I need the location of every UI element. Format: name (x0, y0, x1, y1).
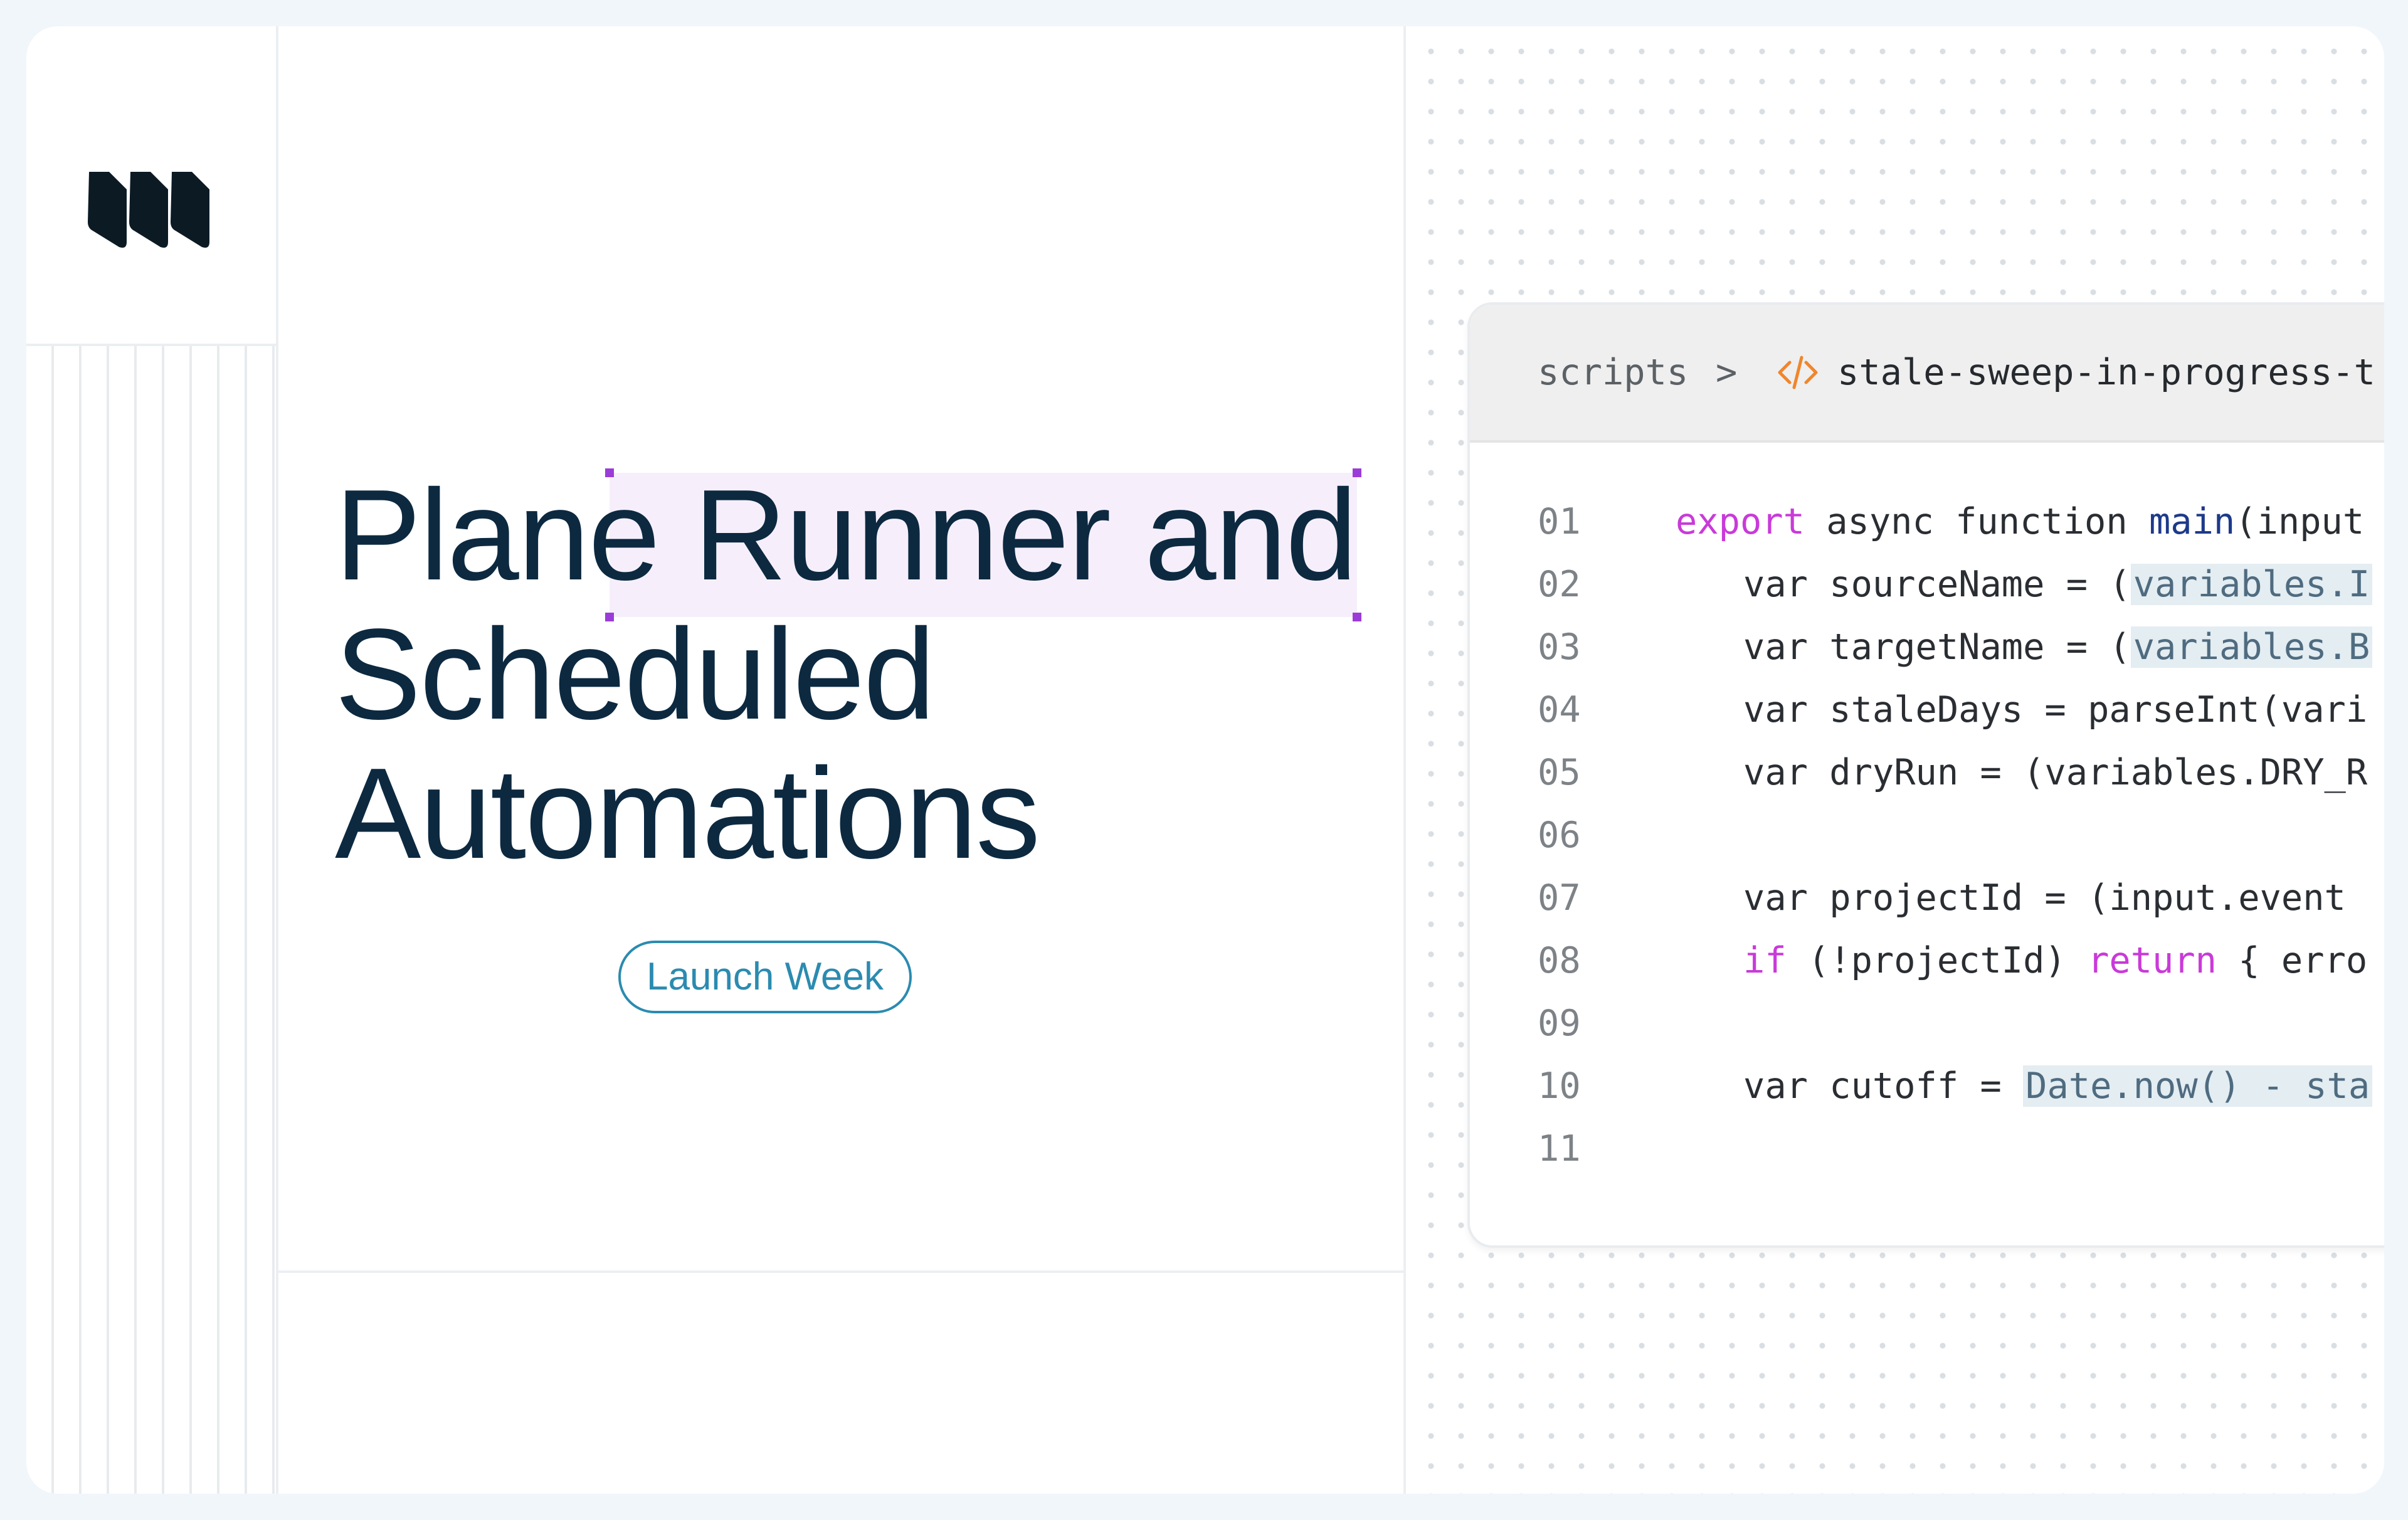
code-text: if (!projectId) return { erro (1743, 940, 2368, 981)
line-number: 01 (1538, 501, 1581, 542)
line-number: 11 (1538, 1128, 1581, 1169)
divider (278, 1270, 1403, 1273)
headline-line-2: Scheduled (335, 602, 936, 746)
editor-breadcrumb: scripts > stale-sweep-in-progress-t (1470, 305, 2384, 443)
code-text: var sourceName = (variables.I (1743, 553, 2373, 616)
code-icon (1778, 356, 1818, 389)
code-line: 07 var projectId = (input.event (1470, 867, 2384, 929)
code-text: var dryRun = (variables.DRY_R (1743, 752, 2368, 793)
code-line: 02 var sourceName = (variables.I (1470, 553, 2384, 616)
line-number: 07 (1538, 877, 1581, 919)
line-number: 03 (1538, 626, 1581, 668)
code-editor: scripts > stale-sweep-in-progress-t 01 e… (1467, 302, 2384, 1248)
headline-line-1: Plane Runner and (335, 465, 1401, 604)
line-number: 08 (1538, 940, 1581, 981)
headline-highlight: Plane Runner (335, 463, 1111, 607)
line-number: 09 (1538, 1003, 1581, 1044)
code-line: 05 var dryRun = (variables.DRY_R (1470, 741, 2384, 804)
breadcrumb-separator: > (1716, 352, 1738, 393)
breadcrumb-scripts[interactable]: scripts (1538, 305, 1688, 440)
code-text: var staleDays = parseInt(vari (1743, 689, 2368, 731)
code-line: 06 (1470, 804, 2384, 867)
line-number: 02 (1538, 564, 1581, 605)
code-preview-pane: scripts > stale-sweep-in-progress-t 01 e… (1406, 26, 2384, 1494)
line-number: 06 (1538, 815, 1581, 856)
logo-cell (26, 26, 276, 346)
code-lines: 01 export async function main(input 02 v… (1470, 490, 2384, 1180)
code-line: 11 (1470, 1117, 2384, 1180)
code-text: var cutoff = Date.now() - sta (1743, 1055, 2373, 1117)
hero-column: Plane Runner and Scheduled Automations L… (278, 26, 1406, 1494)
code-line: 04 var staleDays = parseInt(vari (1470, 678, 2384, 741)
code-line: 09 (1470, 992, 2384, 1055)
rail-stripes (26, 346, 276, 1494)
window-frame: Plane Runner and Scheduled Automations L… (26, 26, 2384, 1494)
code-text: var targetName = (variables.B (1743, 616, 2373, 678)
headline-line1-rest: and (1109, 463, 1358, 607)
code-line: 08 if (!projectId) return { erro (1470, 929, 2384, 992)
line-number: 05 (1538, 752, 1581, 793)
code-line: 03 var targetName = (variables.B (1470, 616, 2384, 678)
code-line: 01 export async function main(input (1470, 490, 2384, 553)
headline-line-3: Automations (335, 741, 1040, 885)
code-text: export async function main(input (1676, 501, 2365, 542)
code-text: var projectId = (input.event (1743, 877, 2346, 919)
line-number: 10 (1538, 1065, 1581, 1107)
line-number: 04 (1538, 689, 1581, 731)
brand-logo-icon (88, 172, 209, 248)
left-rail (26, 26, 278, 1494)
launch-week-badge[interactable]: Launch Week (618, 941, 912, 1013)
code-line: 10 var cutoff = Date.now() - sta (1470, 1055, 2384, 1117)
page-title: Plane Runner and Scheduled Automations (335, 465, 1401, 883)
breadcrumb-file-name[interactable]: stale-sweep-in-progress-t (1837, 305, 2375, 440)
